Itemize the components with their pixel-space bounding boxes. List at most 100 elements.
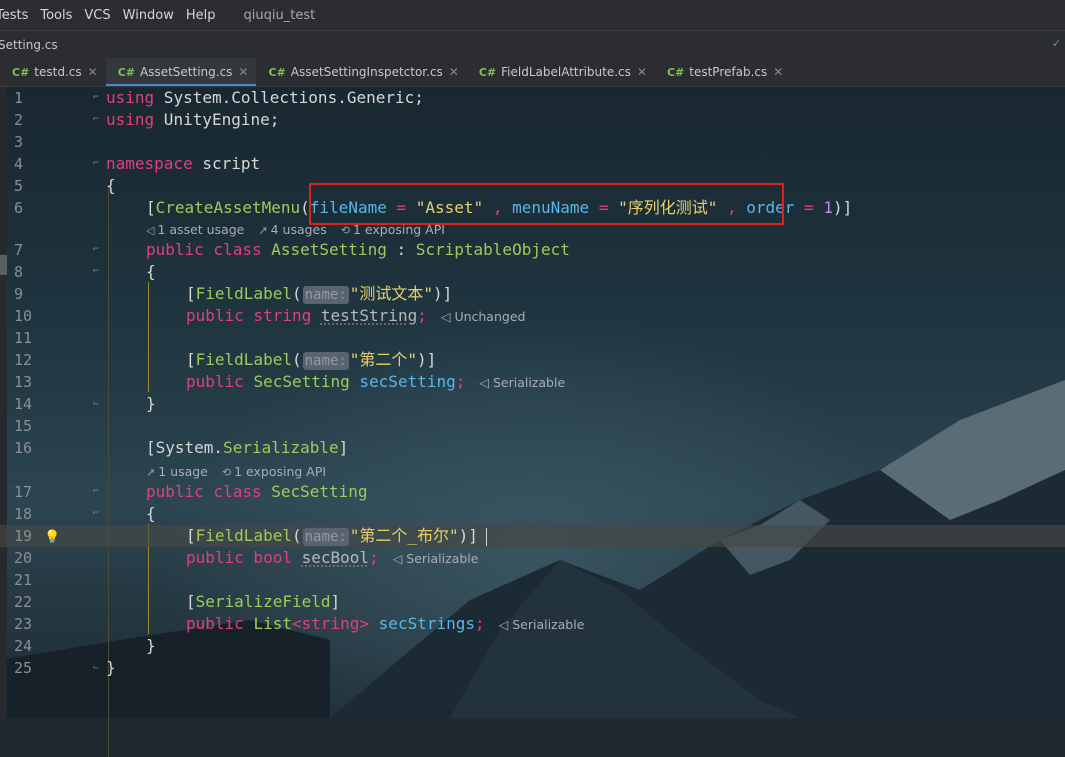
code-operator: ; (475, 614, 485, 633)
code-text: UnityEngine; (154, 110, 279, 129)
code-text: ( (292, 350, 302, 369)
code-text: script (193, 154, 260, 173)
line-number: 20 (14, 547, 44, 569)
line-number: 8 (14, 261, 44, 283)
code-line-19: 19 💡 [FieldLabel(name: "第二个_布尔")] (0, 525, 1065, 547)
code-lens-label: 4 usages (271, 222, 327, 237)
code-attribute: CreateAssetMenu (156, 198, 301, 217)
close-icon[interactable]: ✕ (637, 65, 647, 79)
annotation-label: Serializable (493, 375, 565, 390)
line-number: 17 (14, 481, 44, 503)
fold-icon[interactable]: ⌐ (93, 508, 102, 519)
fold-icon[interactable]: ⌐ (93, 92, 102, 103)
code-line-17: 17 ⌐ public class SecSetting (0, 481, 1065, 503)
menu-vcs[interactable]: VCS (84, 8, 110, 23)
code-lens-label: 1 usage (158, 464, 208, 479)
code-text: ( (300, 198, 310, 217)
code-line-6: 6 [CreateAssetMenu(fileName = "Asset" , … (0, 197, 1065, 219)
code-string: "Asset" (416, 198, 483, 217)
close-icon[interactable]: ✕ (773, 65, 783, 79)
line-number: 21 (14, 569, 44, 591)
code-attribute: Serializable (223, 438, 339, 457)
lightbulb-icon[interactable]: 💡 (44, 527, 58, 545)
code-text: ] (331, 592, 341, 611)
fold-icon[interactable]: ⌐ (93, 244, 102, 255)
code-operator: , (483, 198, 512, 217)
line-number: 19 (14, 525, 44, 547)
tab-label: AssetSettingInspetctor.cs (291, 65, 443, 79)
line-number: 16 (14, 437, 44, 459)
tab-assetsettinginspetctor[interactable]: C# AssetSettingInspetctor.cs ✕ (256, 58, 466, 86)
code-attribute: FieldLabel (196, 350, 292, 369)
code-field: secSetting (359, 372, 455, 391)
project-title: qiuqiu_test (244, 8, 316, 23)
code-param: order (746, 198, 794, 217)
menu-bar: Tests Tools VCS Window Help qiuqiu_test (0, 0, 1065, 30)
code-type: ScriptableObject (416, 240, 570, 259)
code-text: [ (146, 198, 156, 217)
code-line-3: 3 (0, 131, 1065, 153)
unity-annotation[interactable]: ◁ Serializable (393, 551, 479, 566)
line-number: 3 (14, 131, 44, 153)
csharp-file-icon: C# (268, 66, 285, 79)
code-lens-assetsetting: ◁ 1 asset usage ↗ 4 usages ⟲ 1 exposing API (146, 220, 445, 238)
close-icon[interactable]: ✕ (88, 65, 98, 79)
tab-label: testd.cs (34, 65, 81, 79)
menu-tests[interactable]: Tests (0, 8, 28, 23)
line-number: 2 (14, 109, 44, 131)
code-line-15: 15 (0, 415, 1065, 437)
fold-icon[interactable]: ⌙ (93, 662, 102, 673)
editor-tabs: C# testd.cs ✕ C# AssetSetting.cs ✕ C# As… (0, 58, 1065, 87)
code-lens-item[interactable]: ◁ 1 asset usage (146, 222, 244, 237)
tab-testd[interactable]: C# testd.cs ✕ (0, 58, 106, 86)
fold-icon[interactable]: ⌐ (93, 114, 102, 125)
usages-icon: ↗ (258, 224, 267, 237)
csharp-file-icon: C# (12, 66, 29, 79)
code-keyword: public string (186, 306, 311, 325)
unity-icon: ◁ (441, 309, 455, 324)
code-text: )] (833, 198, 852, 217)
annotation-label: Serializable (512, 617, 584, 632)
api-icon: ⟲ (222, 466, 231, 479)
menu-help[interactable]: Help (186, 8, 216, 23)
code-operator: , (717, 198, 746, 217)
unity-annotation[interactable]: ◁ Serializable (479, 375, 565, 390)
code-text: )] (433, 284, 452, 303)
tab-assetsetting[interactable]: C# AssetSetting.cs ✕ (106, 58, 257, 86)
line-number: 9 (14, 283, 44, 305)
code-lens-item[interactable]: ⟲ 1 exposing API (341, 222, 445, 237)
unity-annotation[interactable]: ◁ Unchanged (441, 309, 526, 324)
code-operator: ; (456, 372, 466, 391)
code-operator: = (794, 198, 823, 217)
code-operator: = (589, 198, 618, 217)
fold-icon[interactable]: ⌐ (93, 486, 102, 497)
code-lens-item[interactable]: ⟲ 1 exposing API (222, 464, 326, 479)
code-lens-item[interactable]: ↗ 4 usages (258, 222, 326, 237)
line-number: 23 (14, 613, 44, 635)
breadcrumb-file[interactable]: Setting.cs (0, 38, 58, 52)
fold-icon[interactable]: ⌐ (93, 158, 102, 169)
code-keyword: public class (146, 240, 262, 259)
fold-icon[interactable]: ⌙ (93, 398, 102, 409)
menu-window[interactable]: Window (123, 8, 174, 23)
code-text: )] (417, 350, 436, 369)
code-string: "序列化测试" (618, 198, 717, 217)
unity-annotation[interactable]: ◁ Serializable (499, 617, 585, 632)
tab-testprefab[interactable]: C# testPrefab.cs ✕ (655, 58, 791, 86)
code-text: )] (459, 526, 478, 545)
text-caret (486, 528, 487, 546)
menu-tools[interactable]: Tools (40, 8, 72, 23)
code-text: } (146, 635, 156, 657)
code-class-name: SecSetting (271, 482, 367, 501)
code-text: [ (186, 350, 196, 369)
code-editor[interactable]: 1 ⌐ using System.Collections.Generic; 2 … (0, 87, 1065, 718)
code-lens-item[interactable]: ↗ 1 usage (146, 464, 208, 479)
usages-icon: ↗ (146, 466, 155, 479)
close-icon[interactable]: ✕ (449, 65, 459, 79)
tab-fieldlabelattribute[interactable]: C# FieldLabelAttribute.cs ✕ (467, 58, 655, 86)
code-keyword: using (106, 88, 154, 107)
code-line-14: 14 ⌙ } (0, 393, 1065, 415)
code-string: "测试文本" (350, 284, 433, 303)
fold-icon[interactable]: ⌐ (93, 266, 102, 277)
close-icon[interactable]: ✕ (238, 65, 248, 79)
